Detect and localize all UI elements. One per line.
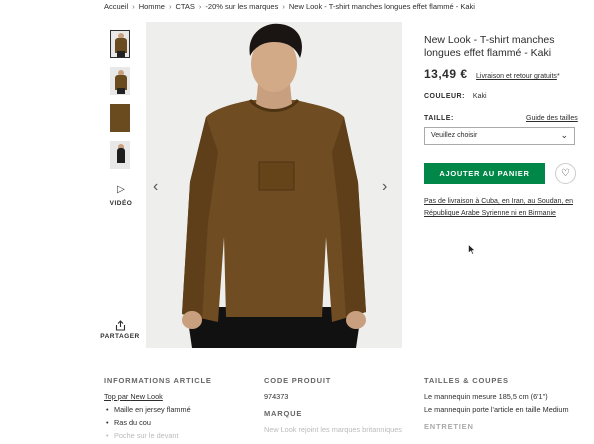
size-fit-heading: TAILLES & COUPES [424, 376, 509, 385]
size-guide-link[interactable]: Guide des tailles [526, 115, 578, 122]
breadcrumb: Accueil › Homme › CTAS › -20% sur les marques ›… [104, 2, 475, 11]
list-item: Poche sur le devant [104, 429, 244, 442]
color-row: COULEUR: Kaki [424, 93, 487, 100]
save-for-later-button[interactable]: ♡ [555, 163, 576, 184]
product-code-value: 974373 [264, 392, 289, 401]
care-heading: ENTRETIEN [424, 422, 474, 431]
breadcrumb-separator: › [198, 2, 202, 11]
mouse-cursor-icon [468, 244, 476, 255]
product-title: New Look - T-shirt manches longues effet… [424, 34, 555, 59]
price-row: 13,49 € Livraison et retour gratuits* [424, 65, 560, 83]
color-value: Kaki [472, 93, 487, 100]
previous-image-arrow[interactable]: ‹ [153, 178, 158, 196]
list-item: Maille en jersey flammé [104, 403, 244, 416]
delivery-restriction-link[interactable]: Pas de livraison à Cuba, en Iran, au Sou… [424, 196, 574, 220]
product-info-lead: Top par New Look [104, 390, 244, 403]
size-select-value: Veuillez choisir [431, 132, 478, 139]
model-size-text: Le mannequin porte l'article en taille M… [424, 405, 569, 414]
breadcrumb-men[interactable]: Homme [139, 2, 165, 11]
thumbnail-detail[interactable] [110, 104, 130, 132]
breadcrumb-current: New Look - T-shirt manches longues effet… [288, 2, 475, 11]
video-label: VIDÉO [109, 200, 133, 207]
product-price: 13,49 € [424, 67, 468, 81]
model-height-text: Le mannequin mesure 185,5 cm (6'1") [424, 392, 548, 401]
model-photo [146, 22, 402, 348]
product-info-section: INFORMATIONS ARTICLE Top par New Look Ma… [104, 374, 244, 442]
share-label: PARTAGER [100, 333, 140, 340]
next-image-arrow[interactable]: › [382, 178, 387, 196]
breadcrumb-separator: › [282, 2, 285, 11]
size-fit-section: TAILLES & COUPES Le mannequin mesure 185… [424, 374, 589, 436]
share-button[interactable]: PARTAGER [100, 320, 140, 340]
add-to-bag-button[interactable]: AJOUTER AU PANIER [424, 163, 545, 184]
product-feature-list: Maille en jersey flammé Ras du cou Poche… [104, 403, 244, 442]
product-info-heading: INFORMATIONS ARTICLE [104, 376, 212, 385]
chevron-down-icon: ⌄ [560, 130, 568, 140]
share-icon [115, 320, 125, 331]
brand-heading: MARQUE [264, 409, 303, 418]
breadcrumb-home[interactable]: Accueil [104, 2, 128, 11]
heart-icon: ♡ [561, 168, 570, 179]
shipping-link[interactable]: Livraison et retour gratuits [476, 73, 557, 80]
thumbnail-strip [110, 30, 132, 178]
size-label: TAILLE: [424, 115, 454, 122]
product-info-lead-prefix: Top par [104, 392, 131, 401]
thumbnail-full-body[interactable] [110, 141, 130, 169]
brand-link[interactable]: New Look [130, 392, 162, 401]
breadcrumb-separator: › [168, 2, 172, 11]
brand-description: New Look rejoint les marques britannique… [264, 425, 402, 434]
breadcrumb-sale[interactable]: -20% sur les marques [205, 2, 278, 11]
shipping-asterisk: * [556, 73, 560, 80]
product-code-section: CODE PRODUIT 974373 MARQUE New Look rejo… [264, 374, 409, 436]
color-label: COULEUR: [424, 93, 465, 100]
play-icon: ▷ [117, 184, 125, 195]
product-image[interactable] [146, 22, 402, 348]
size-select[interactable]: Veuillez choisir ⌄ [424, 127, 575, 145]
thumbnail-front[interactable] [110, 30, 130, 58]
video-button[interactable]: ▷ VIDÉO [108, 184, 134, 207]
thumbnail-side[interactable] [110, 67, 130, 95]
breadcrumb-ctas[interactable]: CTAS [175, 2, 194, 11]
breadcrumb-separator: › [132, 2, 135, 11]
product-code-heading: CODE PRODUIT [264, 376, 332, 385]
list-item: Ras du cou [104, 416, 244, 429]
